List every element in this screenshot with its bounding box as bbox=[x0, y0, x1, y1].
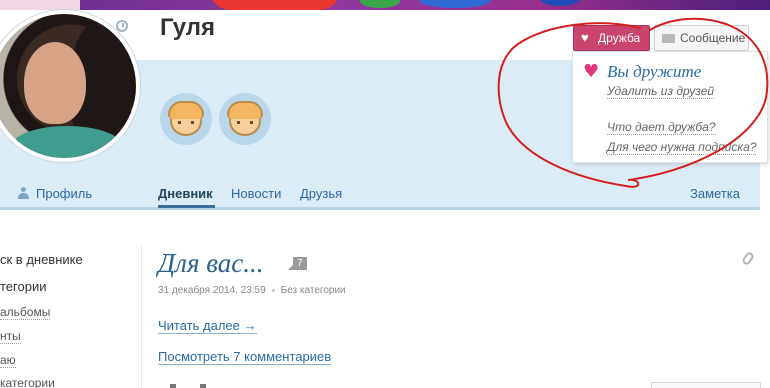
sidebar: ск в дневнике тегории альбомы нты аю кат… bbox=[0, 245, 140, 388]
read-more-link[interactable]: Читать далее → bbox=[158, 318, 257, 334]
separator-dot bbox=[271, 288, 275, 292]
note-link[interactable]: Заметка bbox=[690, 186, 740, 201]
sidebar-search-heading[interactable]: ск в дневнике bbox=[0, 252, 83, 267]
girl-avatar-badge-icon[interactable] bbox=[219, 93, 271, 145]
active-tab-indicator bbox=[158, 205, 215, 208]
why-subscribe-link[interactable]: Для чего нужна подписка? bbox=[607, 140, 757, 155]
tab-news[interactable]: Новости bbox=[231, 186, 281, 201]
top-banner bbox=[0, 0, 770, 10]
clock-icon bbox=[116, 20, 128, 32]
heart-icon: ♥ bbox=[583, 61, 600, 82]
sidebar-link[interactable]: альбомы bbox=[0, 305, 51, 320]
friendship-button-label: Дружба bbox=[598, 31, 641, 45]
friendship-button[interactable]: ♥ Дружба bbox=[573, 25, 650, 51]
post-meta: 31 декабря 2014, 23:59 Без категории bbox=[158, 285, 346, 296]
banner-decoration bbox=[540, 0, 580, 6]
sidebar-link[interactable]: категории bbox=[0, 376, 55, 388]
banner-decoration bbox=[0, 0, 80, 10]
banner-decoration bbox=[360, 0, 400, 8]
girl-avatar-badge-icon[interactable] bbox=[160, 93, 212, 145]
paperclip-icon[interactable] bbox=[740, 250, 756, 267]
sidebar-categories-heading: тегории bbox=[0, 279, 47, 294]
friendship-status: Вы дружите bbox=[607, 62, 702, 81]
post-category[interactable]: Без категории bbox=[281, 285, 346, 296]
heart-icon: ♥ bbox=[581, 30, 589, 45]
view-comments-link[interactable]: Посмотреть 7 комментариев bbox=[158, 349, 332, 365]
truncated-box bbox=[651, 382, 761, 388]
sidebar-link[interactable]: аю bbox=[0, 353, 16, 368]
banner-decoration bbox=[420, 0, 490, 8]
tab-diary[interactable]: Дневник bbox=[158, 186, 213, 201]
envelope-icon bbox=[662, 34, 675, 43]
person-icon bbox=[18, 187, 29, 199]
nav-profile-label: Профиль bbox=[36, 186, 93, 201]
friendship-dropdown: ♥ Вы дружите Удалить из друзей Что дает … bbox=[572, 51, 768, 163]
tab-friends[interactable]: Друзья bbox=[300, 186, 342, 201]
username: Гуля bbox=[160, 14, 215, 41]
banner-decoration bbox=[210, 0, 340, 10]
badge-eyes bbox=[178, 121, 194, 124]
avatar-face bbox=[24, 42, 86, 124]
avatar[interactable] bbox=[0, 10, 140, 162]
nav-profile-link[interactable]: Профиль bbox=[18, 186, 92, 201]
post-date: 31 декабря 2014, 23:59 bbox=[158, 285, 266, 296]
truncated-content bbox=[170, 384, 210, 388]
badge-hair bbox=[227, 101, 263, 119]
badge-eyes bbox=[237, 121, 253, 124]
post-title[interactable]: Для вас... bbox=[158, 248, 264, 279]
profile-nav: Профиль Дневник Новости Друзья Заметка bbox=[0, 176, 760, 208]
message-button-label: Сообщение bbox=[680, 31, 746, 45]
comment-count-badge[interactable]: 7 bbox=[288, 257, 307, 270]
what-friendship-gives-link[interactable]: Что дает дружба? bbox=[607, 120, 716, 135]
avatar-shirt bbox=[12, 126, 122, 158]
column-divider bbox=[141, 246, 142, 388]
sidebar-link[interactable]: нты bbox=[0, 329, 21, 344]
message-button[interactable]: Сообщение bbox=[654, 25, 749, 51]
remove-friend-link[interactable]: Удалить из друзей bbox=[607, 84, 715, 99]
badge-hair bbox=[168, 101, 204, 119]
